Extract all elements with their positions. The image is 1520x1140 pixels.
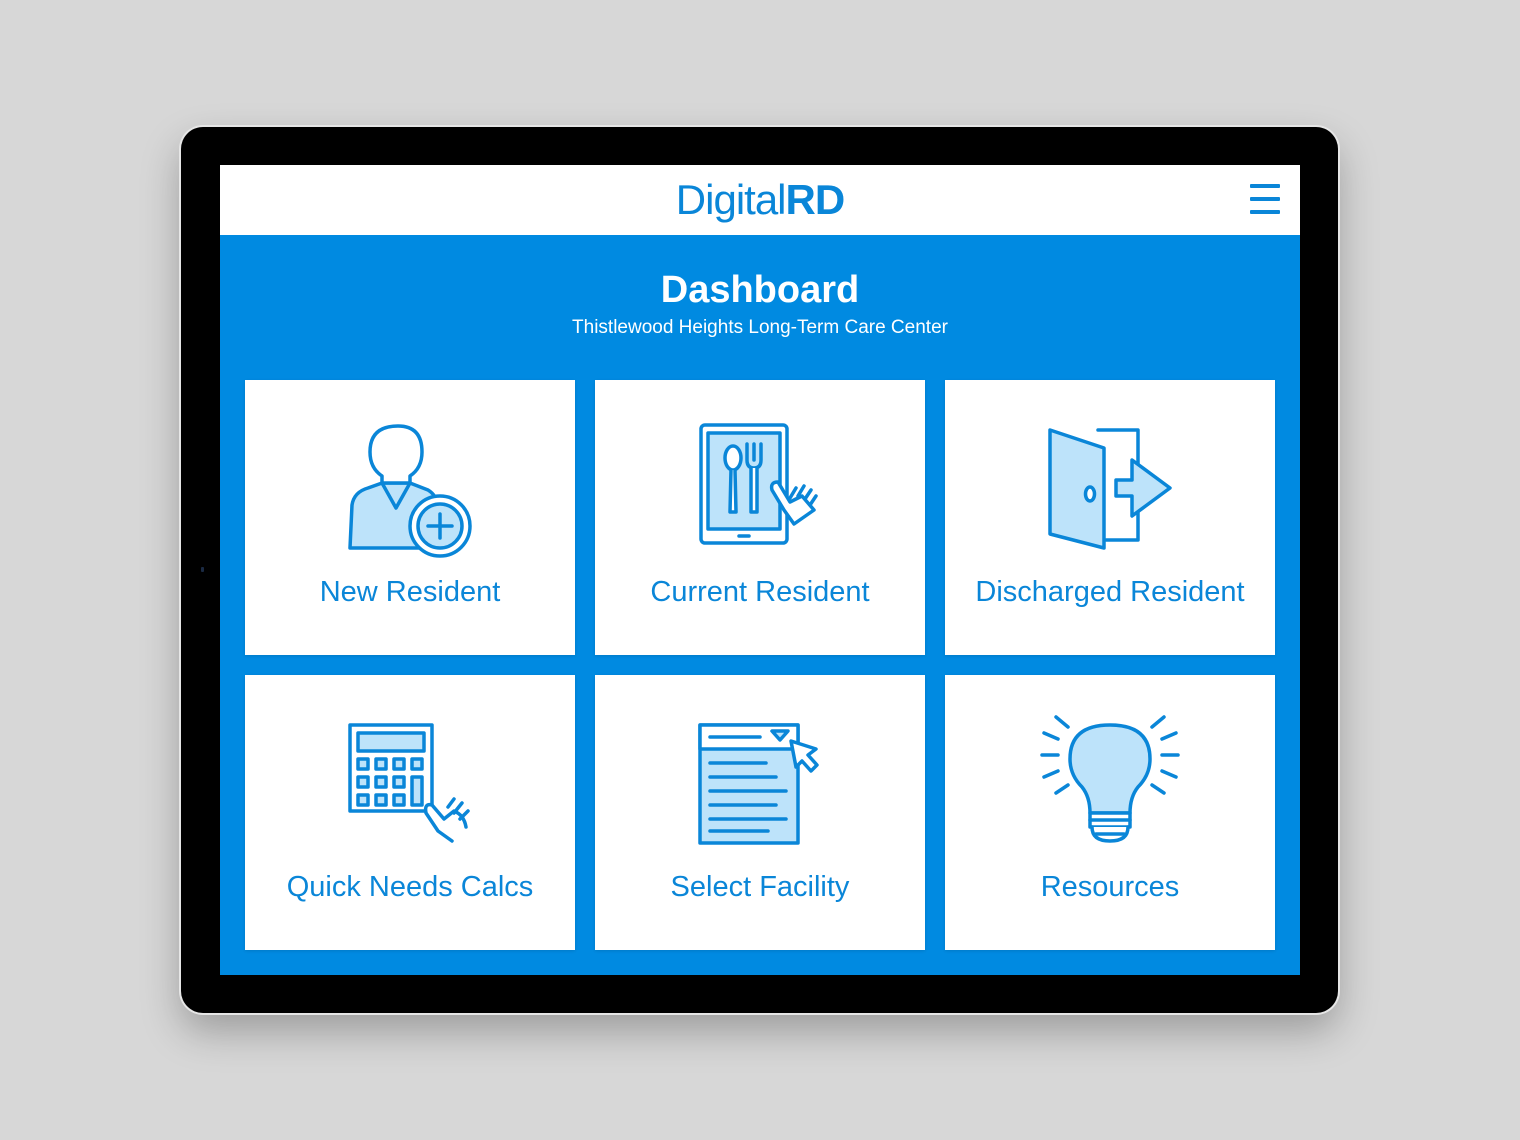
current-resident-label: Current Resident: [650, 576, 870, 608]
resources-tile[interactable]: Resources: [945, 675, 1275, 950]
lightbulb-icon: [1040, 715, 1180, 843]
hamburger-menu-icon[interactable]: [1248, 182, 1282, 218]
tablet-frame: DigitalRD Dashboard Thistlewood Heights …: [181, 127, 1338, 1013]
top-bar: DigitalRD: [220, 165, 1300, 235]
app-logo: DigitalRD: [220, 175, 1300, 225]
app-screen: DigitalRD Dashboard Thistlewood Heights …: [220, 165, 1300, 975]
current-resident-tile[interactable]: Current Resident: [595, 380, 925, 655]
logo-light-text: Digital: [675, 176, 787, 223]
quick-needs-calcs-tile[interactable]: Quick Needs Calcs: [245, 675, 575, 950]
facility-name: Thistlewood Heights Long-Term Care Cente…: [572, 317, 948, 338]
select-facility-tile[interactable]: Select Facility: [595, 675, 925, 950]
add-person-icon: [348, 424, 472, 558]
tablet-menu-icon: [699, 423, 818, 545]
camera-sensor: [201, 567, 204, 572]
logo-bold-text: RD: [785, 176, 846, 223]
new-resident-label: New Resident: [319, 576, 501, 608]
exit-door-icon: [1048, 428, 1172, 550]
page-title: Dashboard: [660, 269, 860, 311]
calculator-icon: [348, 723, 470, 843]
resources-label: Resources: [1040, 871, 1180, 903]
quick-needs-calcs-label: Quick Needs Calcs: [286, 871, 534, 903]
dropdown-list-icon: [698, 723, 819, 845]
discharged-resident-tile[interactable]: Discharged Resident: [945, 380, 1275, 655]
discharged-resident-label: Discharged Resident: [975, 576, 1245, 608]
select-facility-label: Select Facility: [670, 871, 850, 903]
new-resident-tile[interactable]: New Resident: [245, 380, 575, 655]
